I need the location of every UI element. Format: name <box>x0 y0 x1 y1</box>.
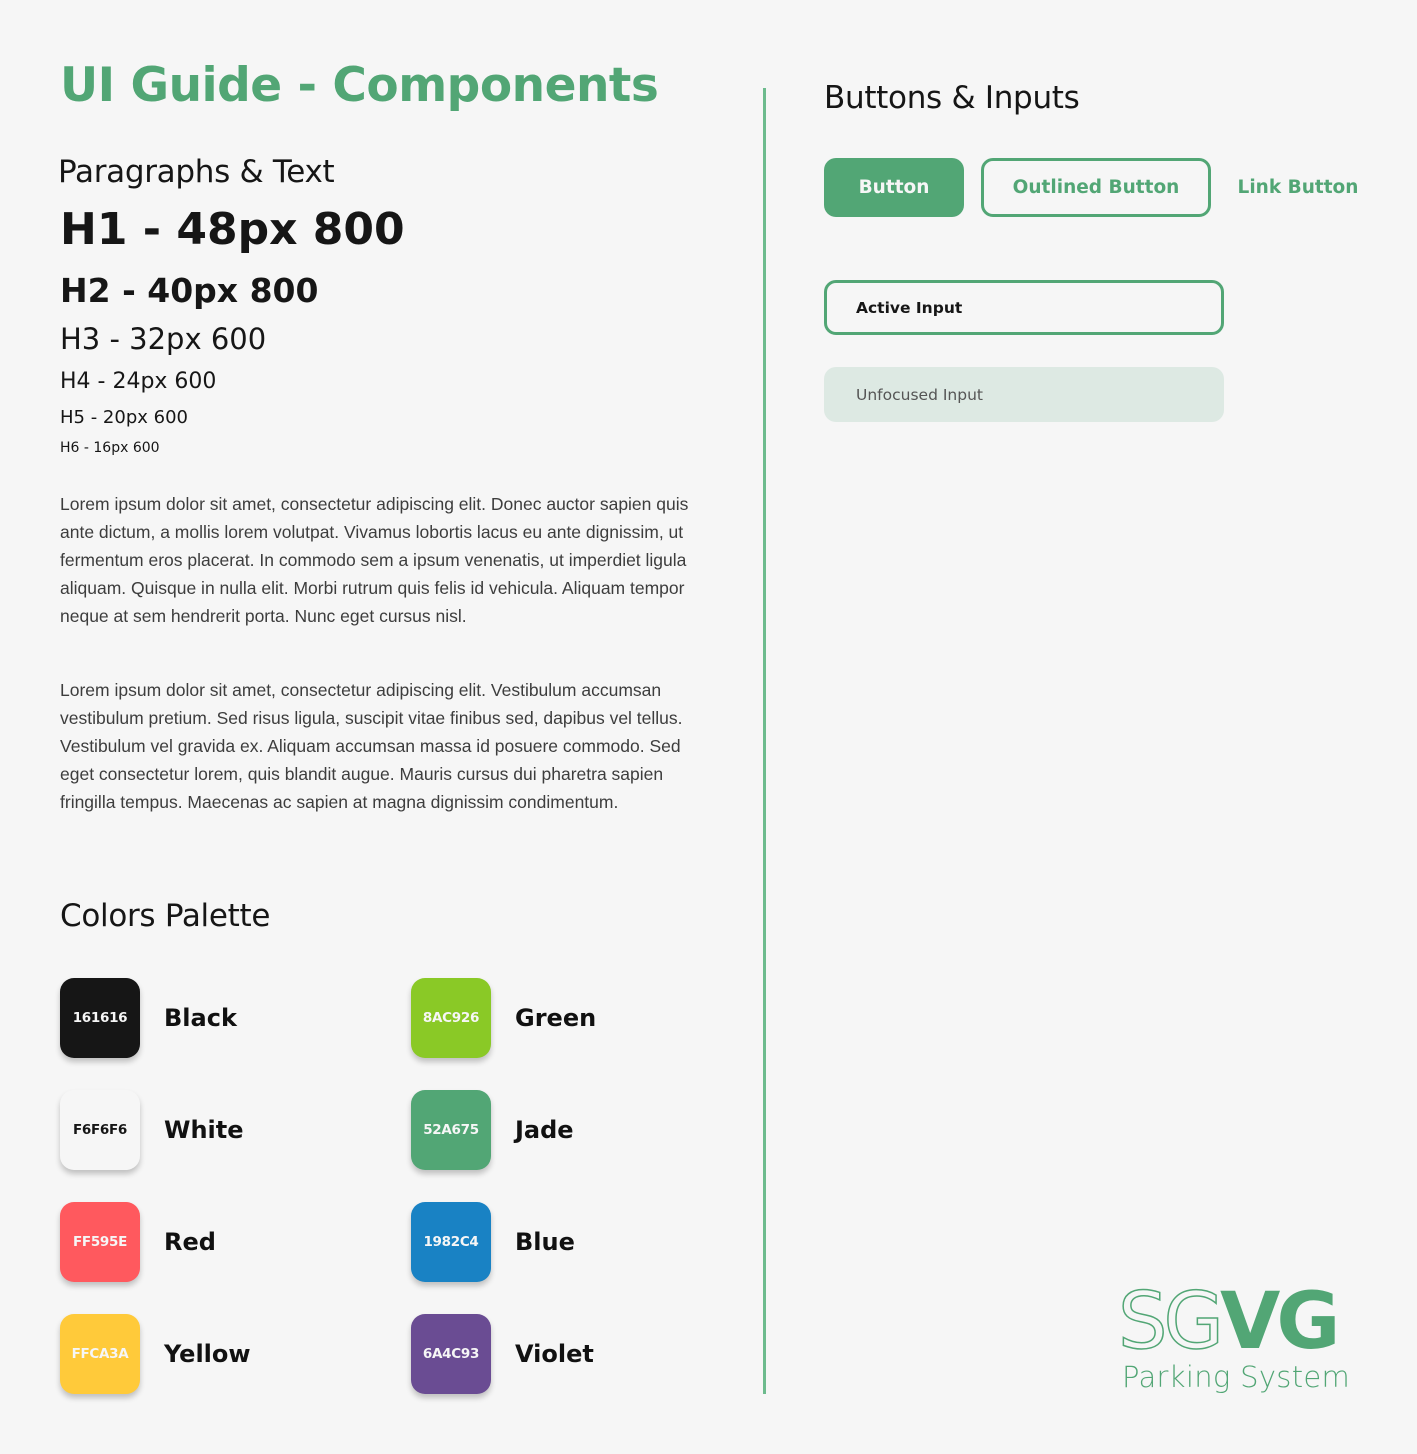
active-input-value: Active Input <box>856 298 963 317</box>
color-name: Red <box>164 1228 216 1256</box>
column-divider <box>763 88 766 1394</box>
color-swatch: 8AC926 <box>411 978 491 1058</box>
unfocused-input[interactable]: Unfocused Input <box>824 367 1224 422</box>
color-swatch: 52A675 <box>411 1090 491 1170</box>
heading-sample-h2: H2 - 40px 800 <box>60 271 319 310</box>
color-swatch: FFCA3A <box>60 1314 140 1394</box>
color-item-white: F6F6F6 White <box>60 1090 244 1170</box>
color-swatch: 1982C4 <box>411 1202 491 1282</box>
unfocused-input-placeholder: Unfocused Input <box>856 385 983 404</box>
color-name: Green <box>515 1004 597 1032</box>
color-swatch: 6A4C93 <box>411 1314 491 1394</box>
color-item-jade: 52A675 Jade <box>411 1090 574 1170</box>
sample-paragraph: Lorem ipsum dolor sit amet, consectetur … <box>60 494 689 626</box>
sample-paragraph: Lorem ipsum dolor sit amet, consectetur … <box>60 680 683 812</box>
color-name: Violet <box>515 1340 594 1368</box>
link-button[interactable]: Link Button <box>1228 158 1368 217</box>
heading-sample-h5: H5 - 20px 600 <box>60 407 188 428</box>
page-title: UI Guide - Components <box>60 58 659 113</box>
paragraphs-section-title: Paragraphs & Text <box>58 154 335 190</box>
logo-subtitle: Parking System <box>1122 1360 1351 1394</box>
logo-solid-text: VG <box>1219 1277 1340 1367</box>
outlined-button[interactable]: Outlined Button <box>981 158 1211 217</box>
active-input[interactable]: Active Input <box>824 280 1224 335</box>
color-item-green: 8AC926 Green <box>411 978 596 1058</box>
logo: SG VG Parking System <box>1117 1277 1358 1394</box>
primary-button[interactable]: Button <box>824 158 964 217</box>
color-item-yellow: FFCA3A Yellow <box>60 1314 251 1394</box>
color-swatch: 161616 <box>60 978 140 1058</box>
color-item-violet: 6A4C93 Violet <box>411 1314 594 1394</box>
color-swatch: F6F6F6 <box>60 1090 140 1170</box>
buttons-section-title: Buttons & Inputs <box>824 80 1080 116</box>
logo-mark: SG VG <box>1117 1277 1358 1367</box>
color-swatch: FF595E <box>60 1202 140 1282</box>
color-name: Blue <box>515 1228 575 1256</box>
color-name: Yellow <box>164 1340 251 1368</box>
color-name: White <box>164 1116 244 1144</box>
color-item-black: 161616 Black <box>60 978 237 1058</box>
color-item-red: FF595E Red <box>60 1202 216 1282</box>
heading-sample-h1: H1 - 48px 800 <box>60 204 405 255</box>
heading-sample-h3: H3 - 32px 600 <box>60 322 267 356</box>
logo-outline-text: SG <box>1117 1277 1224 1367</box>
color-item-blue: 1982C4 Blue <box>411 1202 575 1282</box>
colors-section-title: Colors Palette <box>60 898 271 934</box>
heading-sample-h6: H6 - 16px 600 <box>60 440 160 456</box>
color-name: Jade <box>515 1116 574 1144</box>
heading-sample-h4: H4 - 24px 600 <box>60 369 217 394</box>
color-name: Black <box>164 1004 237 1032</box>
